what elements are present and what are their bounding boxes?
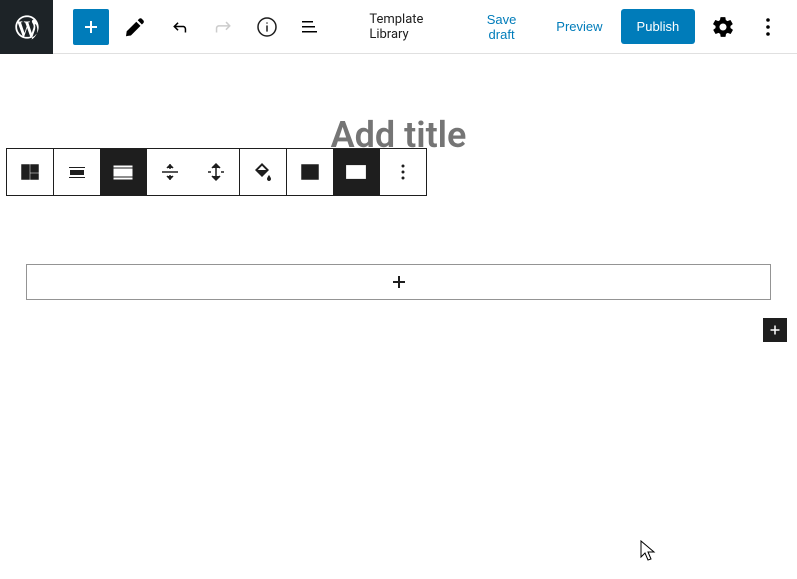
undo-button[interactable]	[161, 9, 197, 45]
min-height-button[interactable]	[193, 149, 239, 195]
block-toolbar	[6, 148, 427, 196]
fullwidth-icon	[344, 160, 368, 184]
save-draft-button[interactable]: Save draft	[465, 4, 538, 50]
align-wide-button[interactable]	[54, 149, 100, 195]
toggle-fullwidth-button[interactable]	[333, 149, 379, 195]
preview-button[interactable]: Preview	[548, 11, 610, 42]
media-button[interactable]	[287, 149, 333, 195]
topbar-left-tools	[53, 9, 329, 45]
add-block-appender[interactable]	[26, 264, 771, 300]
plus-icon	[79, 15, 103, 39]
plus-icon	[766, 321, 784, 339]
align-full-icon	[111, 160, 135, 184]
wordpress-icon	[13, 13, 41, 41]
info-button[interactable]	[249, 9, 285, 45]
paint-bucket-icon	[251, 160, 275, 184]
list-view-button[interactable]	[293, 9, 329, 45]
more-options-button[interactable]	[750, 9, 785, 45]
height-icon	[204, 160, 228, 184]
settings-button[interactable]	[705, 9, 740, 45]
pencil-icon	[123, 15, 147, 39]
align-full-button[interactable]	[100, 149, 146, 195]
list-view-icon	[299, 15, 323, 39]
undo-icon	[167, 15, 191, 39]
block-type-button[interactable]	[7, 149, 53, 195]
vertical-align-center-button[interactable]	[147, 149, 193, 195]
gear-icon	[711, 15, 735, 39]
info-icon	[255, 15, 279, 39]
topbar-right-actions: Save draft Preview Publish	[465, 4, 797, 50]
redo-button[interactable]	[205, 9, 241, 45]
plus-icon	[387, 270, 411, 294]
wordpress-logo-button[interactable]	[0, 0, 53, 54]
top-toolbar: Template Library Save draft Preview Publ…	[0, 0, 797, 54]
template-library-button[interactable]: Template Library	[369, 12, 465, 42]
more-vertical-icon	[391, 160, 415, 184]
mouse-cursor	[640, 540, 658, 562]
add-block-button[interactable]	[73, 9, 109, 45]
block-more-options-button[interactable]	[380, 149, 426, 195]
image-icon	[298, 160, 322, 184]
redo-icon	[211, 15, 235, 39]
align-wide-icon	[65, 160, 89, 184]
more-vertical-icon	[756, 15, 780, 39]
floating-add-block-button[interactable]	[763, 318, 787, 342]
publish-button[interactable]: Publish	[621, 9, 696, 44]
columns-icon	[18, 160, 42, 184]
background-color-button[interactable]	[240, 149, 286, 195]
edit-tool-button[interactable]	[117, 9, 153, 45]
valign-center-icon	[158, 160, 182, 184]
